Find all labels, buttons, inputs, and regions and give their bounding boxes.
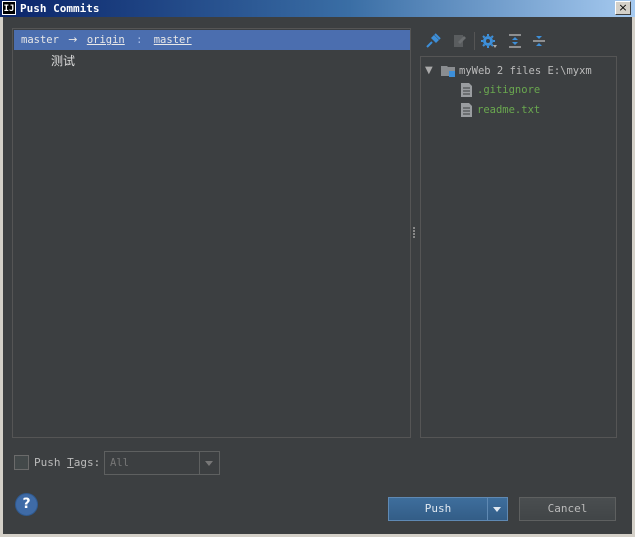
file-icon <box>461 83 472 102</box>
module-folder-icon <box>441 64 457 83</box>
push-button[interactable]: Push <box>388 497 488 521</box>
push-arrow-icon: → <box>68 33 78 46</box>
target-branch-link[interactable]: master <box>154 34 192 46</box>
branch-separator: : <box>136 34 143 46</box>
push-tags-label[interactable]: Push Tags: <box>34 455 100 470</box>
settings-icon[interactable] <box>480 32 498 50</box>
file-icon <box>461 103 472 122</box>
toolbar-separator <box>474 32 475 50</box>
pin-icon[interactable] <box>424 32 442 50</box>
title-bar: IJ Push Commits × <box>0 0 635 17</box>
splitter-handle[interactable] <box>413 227 416 239</box>
remote-link[interactable]: origin <box>87 34 125 46</box>
expand-all-icon[interactable] <box>506 32 524 50</box>
collapse-toggle-icon[interactable]: ▼ <box>425 63 433 79</box>
collapse-all-icon[interactable] <box>530 32 548 50</box>
commits-panel: master → origin : master 测试 <box>12 28 411 438</box>
window-title: Push Commits <box>20 2 100 15</box>
push-options-dropdown[interactable] <box>487 497 508 521</box>
file-name: .gitignore <box>477 84 541 96</box>
changes-toolbar <box>420 30 610 52</box>
intellij-app-icon: IJ <box>2 1 16 15</box>
chevron-down-icon[interactable] <box>199 452 219 474</box>
push-tags-select[interactable]: All <box>104 451 220 475</box>
branch-row[interactable]: master → origin : master <box>14 30 410 50</box>
tree-root-label: myWeb 2 files E:\myxm <box>459 65 592 77</box>
commit-item[interactable]: 测试 <box>51 53 75 69</box>
cancel-button[interactable]: Cancel <box>519 497 616 521</box>
file-name: readme.txt <box>477 104 541 116</box>
push-tags-checkbox[interactable] <box>14 455 29 470</box>
push-tags-select-value: All <box>110 457 129 469</box>
changes-tree-panel: ▼ myWeb 2 files E:\myxm .gitignore readm… <box>420 56 617 438</box>
edit-source-icon[interactable] <box>450 32 468 50</box>
help-button[interactable]: ? <box>15 493 38 516</box>
source-branch: master <box>21 34 59 46</box>
close-button[interactable]: × <box>615 1 631 15</box>
